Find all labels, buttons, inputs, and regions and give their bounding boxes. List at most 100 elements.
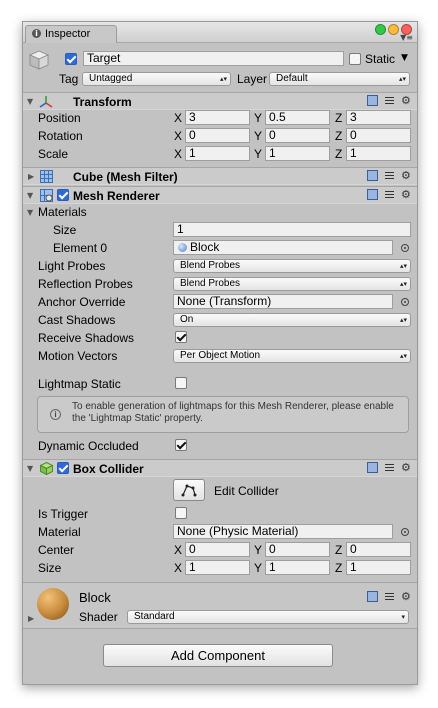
tag-dropdown[interactable]: Untagged ▴▾ [82,72,231,86]
is-trigger-checkbox[interactable] [175,507,187,519]
gear-icon[interactable]: ⚙ [401,95,412,106]
updown-icon: ▴▾ [219,75,227,83]
layer-value: Default [276,73,308,84]
materials-fold-icon[interactable]: ▼ [27,208,33,217]
object-picker-icon[interactable] [401,298,409,306]
edit-collider-icon [181,483,197,497]
edit-collider-button[interactable] [173,479,205,501]
presets-icon[interactable] [384,591,395,602]
size-x-label: X [174,561,183,575]
gameobject-cube-icon [28,49,50,71]
position-z-field[interactable]: 3 [346,110,411,125]
transform-axes-icon [39,95,53,109]
context-menu-icon[interactable]: ▼≡ [400,34,413,42]
scale-z-field[interactable]: 1 [346,146,411,161]
layer-label: Layer [237,72,268,86]
presets-icon[interactable] [384,170,395,181]
motion-vectors-dropdown[interactable]: Per Object Motion ▴▾ [173,349,411,363]
minimize-button[interactable] [388,24,399,35]
fold-open-icon[interactable]: ▼ [27,464,33,473]
shader-dropdown[interactable]: Standard ▾ [127,610,409,624]
add-component-button[interactable]: Add Component [103,644,333,667]
dynamic-occluded-checkbox[interactable] [175,439,187,451]
rotation-z-field[interactable]: 0 [346,128,411,143]
center-label: Center [38,543,75,557]
layer-dropdown[interactable]: Default ▴▾ [269,72,410,86]
materials-size-field[interactable]: 1 [173,222,411,237]
transform-header[interactable]: ▼ Transform ⚙ [23,92,417,110]
center-y-label: Y [254,543,263,557]
size-z-label: Z [335,561,343,575]
anchor-override-label: Anchor Override [38,295,126,309]
help-book-icon[interactable] [367,189,378,200]
element0-label: Element 0 [53,241,108,255]
object-picker-icon[interactable] [401,244,409,252]
chevron-down-icon: ▾ [401,613,405,621]
help-book-icon[interactable] [367,591,378,602]
presets-icon[interactable] [384,189,395,200]
component-actions: ⚙ [361,170,412,184]
reflection-probes-value: Blend Probes [180,278,241,289]
anchor-override-field[interactable]: None (Transform) [173,294,393,309]
size-x-field[interactable]: 1 [185,560,250,575]
light-probes-dropdown[interactable]: Blend Probes ▴▾ [173,259,411,273]
gear-icon[interactable]: ⚙ [401,591,412,602]
mesh-renderer-icon [40,189,53,202]
rotation-x-label: X [174,129,183,143]
reflection-probes-dropdown[interactable]: Blend Probes ▴▾ [173,277,411,291]
scale-x-label: X [174,147,183,161]
center-y-field[interactable]: 0 [265,542,330,557]
box-collider-enabled-checkbox[interactable] [57,462,69,474]
receive-shadows-checkbox[interactable] [175,331,187,343]
center-x-field[interactable]: 0 [185,542,250,557]
fold-closed-icon[interactable]: ▶ [28,172,34,181]
position-x-label: X [174,111,183,125]
scale-x-field[interactable]: 1 [185,146,250,161]
presets-icon[interactable] [384,462,395,473]
tab-inspector[interactable]: i Inspector [25,25,117,43]
size-y-field[interactable]: 1 [265,560,330,575]
position-y-field[interactable]: 0.5 [265,110,330,125]
object-picker-icon[interactable] [401,528,409,536]
position-x-field[interactable]: 3 [185,110,250,125]
help-book-icon[interactable] [367,95,378,106]
help-book-icon[interactable] [367,170,378,181]
lightmap-static-checkbox[interactable] [175,377,187,389]
cast-shadows-dropdown[interactable]: On ▴▾ [173,313,411,327]
presets-icon[interactable] [384,95,395,106]
scale-y-field[interactable]: 1 [265,146,330,161]
gear-icon[interactable]: ⚙ [401,189,412,200]
maximize-button[interactable] [375,24,386,35]
active-checkbox[interactable] [65,53,77,65]
object-name-field[interactable]: Target [83,51,344,66]
cast-shadows-value: On [180,314,194,325]
tag-value: Untagged [89,73,133,84]
rotation-y-field[interactable]: 0 [265,128,330,143]
box-collider-header[interactable]: ▼ Box Collider ⚙ [23,459,417,477]
fold-open-icon[interactable]: ▼ [27,97,33,106]
element0-field[interactable]: Block [173,240,393,255]
collider-material-field[interactable]: None (Physic Material) [173,524,393,539]
static-checkbox[interactable] [349,53,361,65]
rotation-x-field[interactable]: 0 [185,128,250,143]
mesh-renderer-header[interactable]: ▼ Mesh Renderer ⚙ [23,186,417,204]
center-z-field[interactable]: 0 [346,542,411,557]
gear-icon[interactable]: ⚙ [401,170,412,181]
updown-icon: ▴▾ [399,280,407,288]
help-book-icon[interactable] [367,462,378,473]
lightmap-static-label: Lightmap Static [38,377,121,391]
mesh-renderer-title: Mesh Renderer [73,189,160,203]
fold-open-icon[interactable]: ▼ [27,191,33,200]
mesh-filter-header[interactable]: ▶ Cube (Mesh Filter) ⚙ [23,167,417,185]
transform-title: Transform [73,95,132,109]
static-dropdown-icon[interactable]: ▼ [401,53,408,63]
bottom-separator [23,628,417,629]
scale-label: Scale [38,147,69,161]
tab-label: Inspector [45,28,91,40]
position-y-label: Y [254,111,263,125]
mesh-renderer-enabled-checkbox[interactable] [57,189,69,201]
size-z-field[interactable]: 1 [346,560,411,575]
position-z-label: Z [335,111,343,125]
fold-closed-icon[interactable]: ▶ [28,614,34,623]
gear-icon[interactable]: ⚙ [401,462,412,473]
